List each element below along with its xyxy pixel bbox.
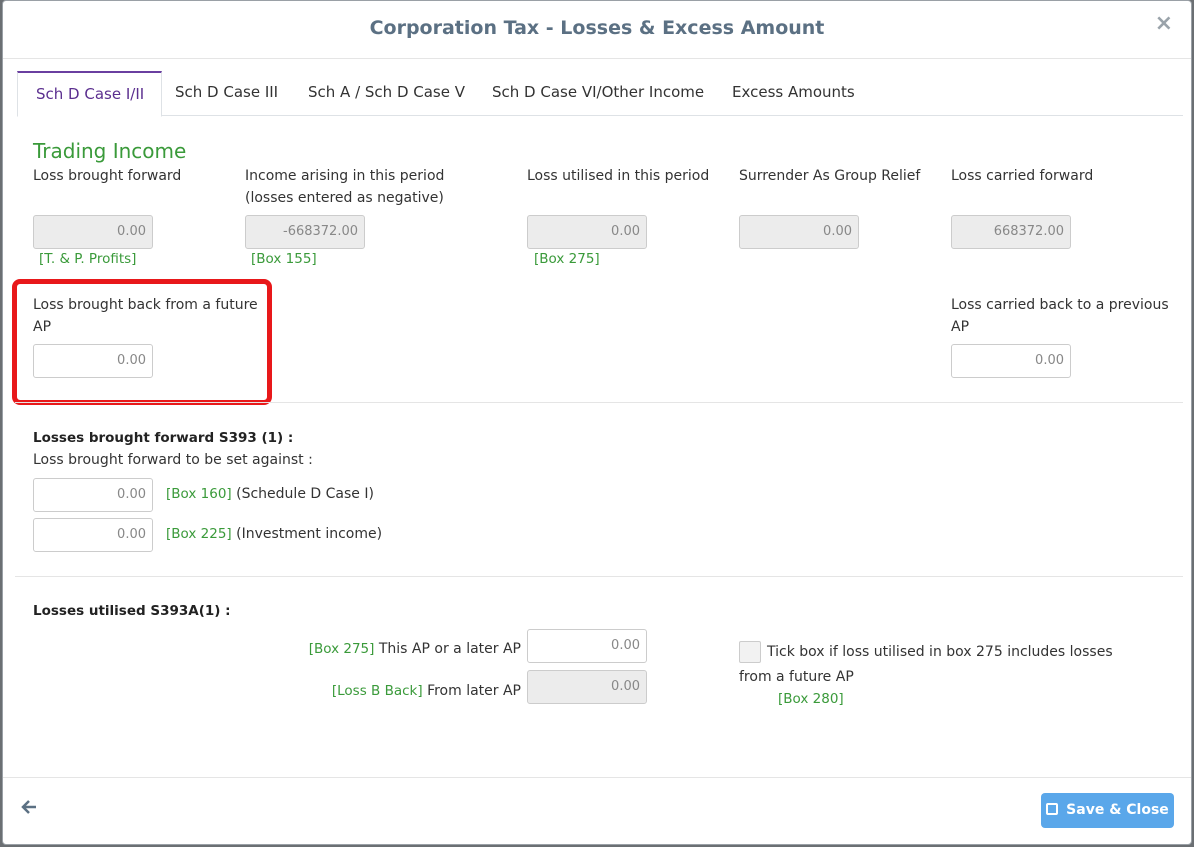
this-ap-label: [Box 275] This AP or a later AP	[308, 641, 521, 657]
highlight-box	[12, 279, 272, 405]
box-225-label: [Box 225] (Investment income)	[166, 526, 383, 542]
s393-sub: Loss brought forward to be set against :	[33, 452, 313, 468]
utilised-label: Loss utilised in this period	[527, 168, 710, 184]
back-arrow-icon[interactable]	[21, 796, 37, 821]
box-160-input[interactable]: 0.00	[33, 478, 153, 512]
from-later-ap-label: [Loss B Back] From later AP	[331, 683, 521, 699]
surrender-label: Surrender As Group Relief	[739, 168, 921, 184]
carried-forward-input[interactable]: 668372.00	[951, 215, 1071, 249]
tab-sch-d-case-iii[interactable]: Sch D Case III	[175, 71, 278, 116]
carried-back-input[interactable]: 0.00	[951, 344, 1071, 378]
save-close-button[interactable]: Save & Close	[1041, 793, 1174, 828]
modal-title: Corporation Tax - Losses & Excess Amount	[369, 17, 825, 39]
income-label: Income arising in this period (losses en…	[245, 168, 445, 206]
this-ap-input[interactable]: 0.00	[527, 629, 647, 663]
carried-forward-label: Loss carried forward	[951, 168, 1094, 184]
box-275: [Box 275]	[534, 251, 600, 267]
carried-back-label: Loss carried back to a previous AP	[951, 297, 1169, 335]
footer-divider	[3, 777, 1191, 778]
box-tp-profits: [T. & P. Profits]	[39, 251, 137, 267]
surrender-input[interactable]: 0.00	[739, 215, 859, 249]
box-155: [Box 155]	[251, 251, 317, 267]
trading-income-heading: Trading Income	[33, 139, 187, 163]
save-icon	[1046, 803, 1059, 815]
loss-bf-label: Loss brought forward	[33, 168, 182, 184]
tab-bar: Sch D Case I/II Sch D Case III Sch A / S…	[17, 71, 1183, 117]
divider	[15, 402, 1183, 403]
future-ap-checkbox[interactable]	[739, 641, 761, 663]
box-160-label: [Box 160] (Schedule D Case I)	[166, 486, 374, 502]
losses-modal: Corporation Tax - Losses & Excess Amount…	[2, 0, 1192, 845]
box-280: [Box 280]	[778, 691, 844, 707]
loss-bf-input[interactable]: 0.00	[33, 215, 153, 249]
divider	[15, 576, 1183, 577]
tick-box-label-2: from a future AP	[739, 669, 854, 685]
s393a-heading: Losses utilised S393A(1) :	[33, 603, 231, 619]
box-225-input[interactable]: 0.00	[33, 518, 153, 552]
tab-sch-d-case-i-ii[interactable]: Sch D Case I/II	[17, 71, 163, 117]
close-icon[interactable]: ×	[1155, 11, 1173, 36]
tick-box-label-1: Tick box if loss utilised in box 275 inc…	[767, 644, 1113, 660]
s393-heading: Losses brought forward S393 (1) :	[33, 430, 294, 446]
from-later-ap-input[interactable]: 0.00	[527, 670, 647, 704]
tab-excess-amounts[interactable]: Excess Amounts	[732, 71, 855, 116]
modal-header: Corporation Tax - Losses & Excess Amount…	[3, 1, 1191, 59]
income-input[interactable]: -668372.00	[245, 215, 365, 249]
utilised-input[interactable]: 0.00	[527, 215, 647, 249]
tab-sch-a-sch-d-case-v[interactable]: Sch A / Sch D Case V	[308, 71, 465, 116]
tab-sch-d-case-vi[interactable]: Sch D Case VI/Other Income	[492, 71, 704, 116]
